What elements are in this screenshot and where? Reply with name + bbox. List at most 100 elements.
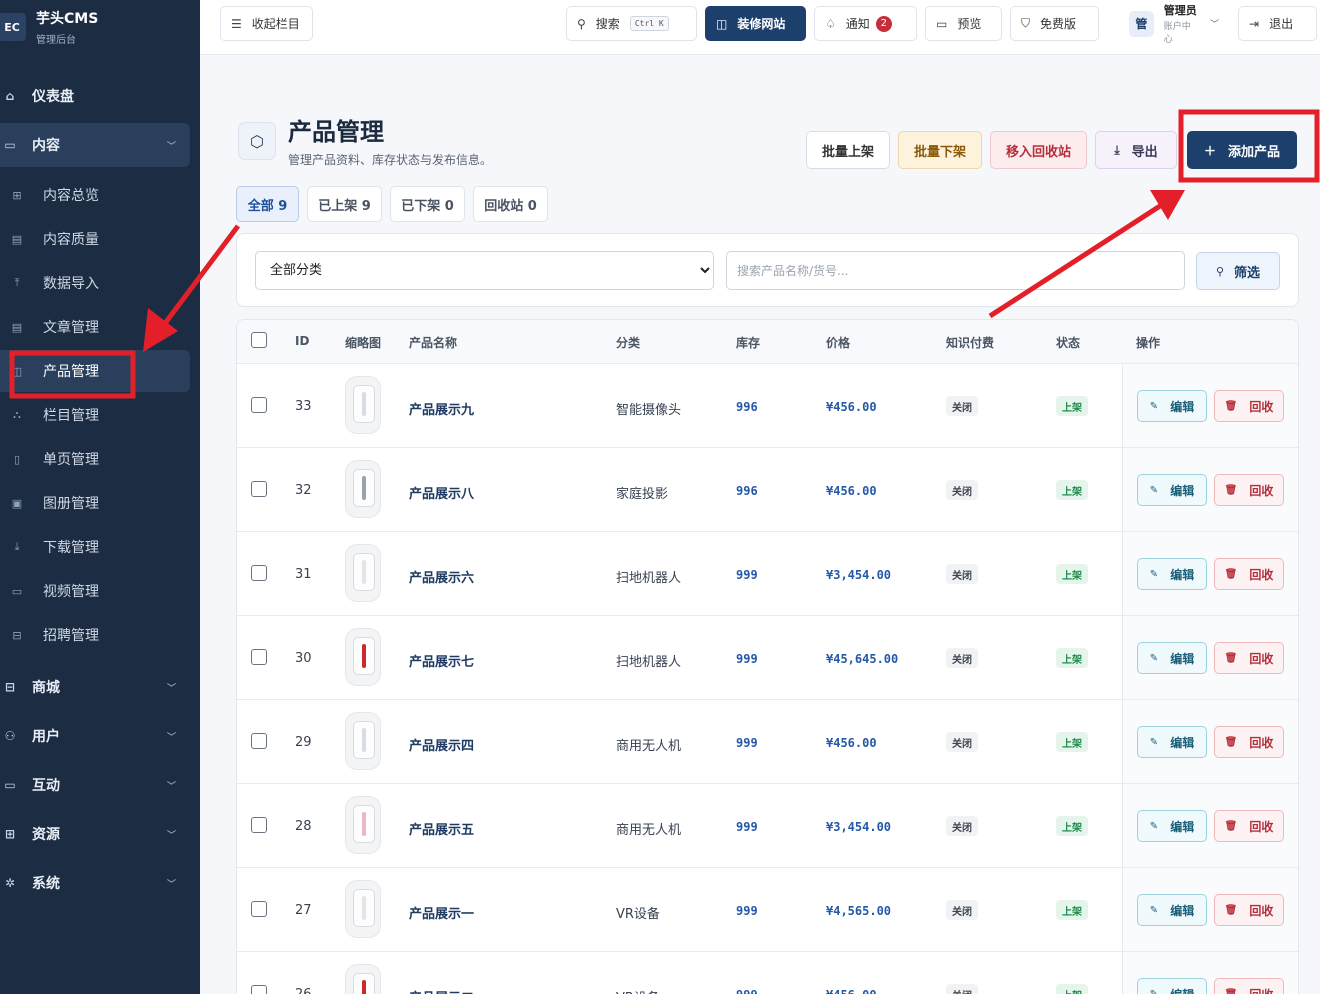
recycle-button[interactable]: 🗑 回收 xyxy=(1214,390,1284,422)
sidebar-group-label: 资源 xyxy=(32,827,60,843)
recycle-button[interactable]: 🗑 回收 xyxy=(1214,726,1284,758)
recycle-button[interactable]: 🗑 回收 xyxy=(1214,558,1284,590)
sidebar-group-system[interactable]: ✲ 系统 ﹀ xyxy=(0,861,190,905)
sidebar-item-videos[interactable]: ▭ 视频管理 xyxy=(0,570,190,612)
sidebar-group-resources[interactable]: ⊞ 资源 ﹀ xyxy=(0,812,190,856)
row-checkbox[interactable] xyxy=(251,397,267,413)
decorate-site-button[interactable]: ◫ 装修网站 xyxy=(705,6,806,41)
cell-product-name[interactable]: 产品展示五 xyxy=(409,819,474,838)
product-thumbnail[interactable] xyxy=(345,460,381,518)
search-button[interactable]: ⚲ 搜索 Ctrl K xyxy=(566,6,697,41)
sidebar-item-data-import[interactable]: ⤒ 数据导入 xyxy=(0,262,190,304)
sidebar-item-content-quality[interactable]: ▤ 内容质量 xyxy=(0,218,190,260)
edit-button[interactable]: ✎ 编辑 xyxy=(1137,558,1207,590)
status-badge[interactable]: 上架 xyxy=(1056,732,1088,752)
cell-product-name[interactable]: 产品展示七 xyxy=(409,651,474,670)
free-edition-button[interactable]: ⛉ 免费版 xyxy=(1010,6,1099,41)
cell-product-name[interactable]: 产品展示四 xyxy=(409,735,474,754)
tab-unpublished[interactable]: 已下架 0 xyxy=(390,186,465,222)
recycle-button[interactable]: 🗑 回收 xyxy=(1214,474,1284,506)
product-thumbnail[interactable] xyxy=(345,796,381,854)
row-checkbox[interactable] xyxy=(251,817,267,833)
batch-publish-button[interactable]: 批量上架 xyxy=(806,131,890,169)
paid-badge[interactable]: 关闭 xyxy=(946,396,978,416)
sidebar-item-pages[interactable]: ▯ 单页管理 xyxy=(0,438,190,480)
row-checkbox[interactable] xyxy=(251,481,267,497)
paid-badge[interactable]: 关闭 xyxy=(946,732,978,752)
sidebar-group-content[interactable]: ▭ 内容 ﹀ xyxy=(0,123,190,167)
product-thumbnail[interactable] xyxy=(345,712,381,770)
sidebar-group-users[interactable]: ⚇ 用户 ﹀ xyxy=(0,714,190,758)
edit-button[interactable]: ✎ 编辑 xyxy=(1137,642,1207,674)
sidebar-item-columns[interactable]: ⛬ 栏目管理 xyxy=(0,394,190,436)
product-thumbnail[interactable] xyxy=(345,376,381,434)
edit-button[interactable]: ✎ 编辑 xyxy=(1137,726,1207,758)
button-label: 编辑 xyxy=(1170,567,1195,582)
sidebar-item-gallery[interactable]: ▣ 图册管理 xyxy=(0,482,190,524)
button-label: 回收 xyxy=(1249,735,1274,750)
edit-button[interactable]: ✎ 编辑 xyxy=(1137,474,1207,506)
sidebar-group-store[interactable]: ⊟ 商城 ﹀ xyxy=(0,665,190,709)
filter-button[interactable]: ⚲ 筛选 xyxy=(1196,252,1280,290)
status-badge[interactable]: 上架 xyxy=(1056,984,1088,994)
cell-product-name[interactable]: 产品展示九 xyxy=(409,399,474,418)
sidebar-item-content-overview[interactable]: ⊞ 内容总览 xyxy=(0,174,190,216)
status-badge[interactable]: 上架 xyxy=(1056,648,1088,668)
paid-badge[interactable]: 关闭 xyxy=(946,648,978,668)
paid-badge[interactable]: 关闭 xyxy=(946,564,978,584)
recycle-button[interactable]: 🗑 回收 xyxy=(1214,978,1284,994)
export-button[interactable]: ⤓ 导出 xyxy=(1095,131,1177,169)
add-product-button[interactable]: ＋ 添加产品 xyxy=(1187,131,1297,169)
edit-button[interactable]: ✎ 编辑 xyxy=(1137,894,1207,926)
collapse-sidebar-button[interactable]: ☰ 收起栏目 xyxy=(220,6,313,41)
chevron-down-icon: ﹀ xyxy=(166,141,176,152)
edit-button[interactable]: ✎ 编辑 xyxy=(1137,810,1207,842)
user-menu[interactable]: 管 管理员 账户中心 ﹀ xyxy=(1118,4,1230,45)
button-label: 回收 xyxy=(1249,567,1274,582)
recycle-button[interactable]: 🗑 回收 xyxy=(1214,894,1284,926)
notifications-button[interactable]: ♤ 通知 2 xyxy=(814,6,917,41)
batch-unpublish-button[interactable]: 批量下架 xyxy=(898,131,982,169)
cell-product-name[interactable]: 产品展示八 xyxy=(409,483,474,502)
category-select[interactable]: 全部分类 xyxy=(255,251,714,290)
product-thumbnail[interactable] xyxy=(345,628,381,686)
select-all-checkbox[interactable] xyxy=(251,332,267,348)
cell-product-name[interactable]: 产品展示一 xyxy=(409,903,474,922)
product-thumbnail[interactable] xyxy=(345,880,381,938)
paid-badge[interactable]: 关闭 xyxy=(946,900,978,920)
status-badge[interactable]: 上架 xyxy=(1056,480,1088,500)
row-checkbox[interactable] xyxy=(251,565,267,581)
row-checkbox[interactable] xyxy=(251,649,267,665)
recycle-button[interactable]: 🗑 回收 xyxy=(1214,810,1284,842)
tab-all[interactable]: 全部 9 xyxy=(236,186,299,222)
sidebar-item-products[interactable]: ◫ 产品管理 xyxy=(0,350,190,392)
row-checkbox[interactable] xyxy=(251,901,267,917)
paid-badge[interactable]: 关闭 xyxy=(946,984,978,994)
preview-button[interactable]: ▭ 预览 xyxy=(925,6,1002,41)
sidebar-item-downloads[interactable]: ⤓ 下载管理 xyxy=(0,526,190,568)
cell-product-name[interactable]: 产品展示六 xyxy=(409,567,474,586)
edit-button[interactable]: ✎ 编辑 xyxy=(1137,978,1207,994)
status-badge[interactable]: 上架 xyxy=(1056,900,1088,920)
paid-badge[interactable]: 关闭 xyxy=(946,480,978,500)
tab-published[interactable]: 已上架 9 xyxy=(307,186,382,222)
sidebar-item-recruitment[interactable]: ⊟ 招聘管理 xyxy=(0,614,190,656)
recycle-button[interactable]: 🗑 回收 xyxy=(1214,642,1284,674)
move-to-trash-button[interactable]: 移入回收站 xyxy=(990,131,1087,169)
row-checkbox[interactable] xyxy=(251,985,267,994)
product-thumbnail[interactable] xyxy=(345,544,381,602)
row-checkbox[interactable] xyxy=(251,733,267,749)
product-thumbnail[interactable] xyxy=(345,964,381,994)
status-badge[interactable]: 上架 xyxy=(1056,396,1088,416)
logout-button[interactable]: ⇥ 退出 xyxy=(1238,6,1317,41)
paid-badge[interactable]: 关闭 xyxy=(946,816,978,836)
sidebar-group-interaction[interactable]: ▭ 互动 ﹀ xyxy=(0,763,190,807)
product-search-input[interactable] xyxy=(726,251,1185,290)
tab-trash[interactable]: 回收站 0 xyxy=(473,186,548,222)
edit-button[interactable]: ✎ 编辑 xyxy=(1137,390,1207,422)
status-badge[interactable]: 上架 xyxy=(1056,816,1088,836)
sidebar-item-articles[interactable]: ▤ 文章管理 xyxy=(0,306,190,348)
status-badge[interactable]: 上架 xyxy=(1056,564,1088,584)
cell-product-name[interactable]: 产品展示二 xyxy=(409,987,474,994)
sidebar-group-dashboard[interactable]: ⌂ 仪表盘 xyxy=(0,74,190,118)
